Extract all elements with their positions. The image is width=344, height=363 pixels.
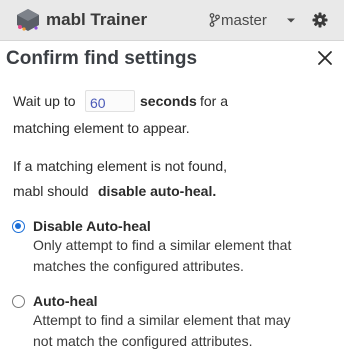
chevron-down-icon[interactable] — [286, 17, 296, 24]
wait-seconds-input[interactable] — [85, 90, 135, 112]
auto-heal-desc-line1: Attempt to find a similar element that m… — [33, 312, 291, 328]
disable-auto-heal-radio[interactable] — [12, 220, 25, 233]
close-icon[interactable] — [317, 50, 333, 66]
fallback-prefix-text: mabl should — [13, 183, 89, 199]
wait-suffix-text: for a — [200, 93, 229, 109]
disable-auto-heal-label[interactable]: Disable Auto-heal — [33, 218, 151, 234]
dialog-title: Confirm find settings — [6, 48, 198, 69]
fallback-line1-text: If a matching element is not found, — [13, 158, 228, 174]
fallback-action-text: disable auto-heal. — [98, 183, 217, 199]
auto-heal-radio[interactable] — [12, 295, 25, 308]
mabl-logo-icon — [17, 9, 39, 31]
wait-prefix-text: Wait up to — [13, 93, 76, 109]
wait-line2-text: matching element to appear. — [13, 120, 190, 136]
branch-icon — [209, 13, 220, 27]
auto-heal-label[interactable]: Auto-heal — [33, 293, 98, 309]
disable-auto-heal-desc-line2: matches the configured attributes. — [33, 258, 244, 274]
top-bar: mabl Trainer master — [0, 0, 344, 41]
gear-icon[interactable] — [312, 12, 328, 28]
branch-selector[interactable]: master — [221, 12, 267, 29]
auto-heal-desc-line2: not match the configured attributes. — [33, 333, 253, 349]
app-title: mabl Trainer — [46, 10, 148, 29]
disable-auto-heal-desc-line1: Only attempt to find a similar element t… — [33, 237, 292, 253]
wait-unit-text: seconds — [140, 93, 197, 109]
